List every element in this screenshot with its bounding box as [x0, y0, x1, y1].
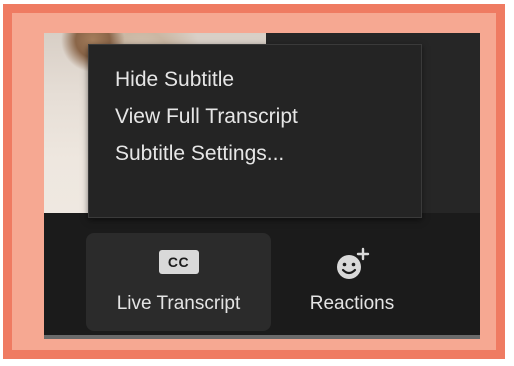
- menu-item-hide-subtitle[interactable]: Hide Subtitle: [89, 61, 421, 98]
- smiley-plus-icon: [332, 245, 372, 285]
- closed-captions-icon: CC: [158, 250, 199, 274]
- screenshot-frame: Hide Subtitle View Full Transcript Subti…: [0, 0, 514, 366]
- subtitle-context-menu: Hide Subtitle View Full Transcript Subti…: [88, 44, 422, 218]
- toolbar-divider: [44, 335, 480, 339]
- menu-item-subtitle-settings[interactable]: Subtitle Settings...: [89, 135, 421, 172]
- live-transcript-button[interactable]: CC Live Transcript: [86, 233, 271, 331]
- live-transcript-label: Live Transcript: [116, 293, 241, 314]
- reactions-button[interactable]: Reactions: [296, 233, 408, 331]
- menu-item-view-full-transcript[interactable]: View Full Transcript: [89, 98, 421, 135]
- reactions-label: Reactions: [309, 293, 395, 314]
